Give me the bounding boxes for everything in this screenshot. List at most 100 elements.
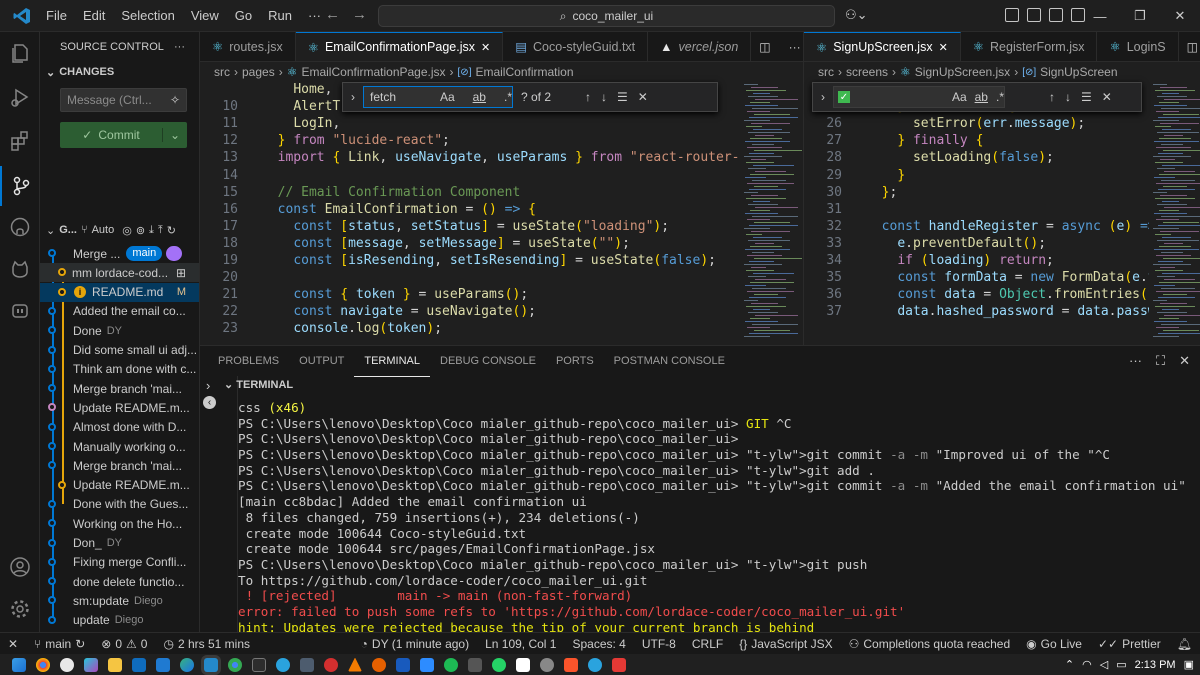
tab-vercel-json[interactable]: ▲ vercel.json [648, 32, 752, 61]
remote-explorer-icon[interactable] [7, 298, 33, 324]
minimap-left[interactable] [740, 82, 802, 345]
branch-status[interactable]: ⑂ main ↻ [26, 637, 93, 651]
whatsapp-icon[interactable] [492, 657, 506, 672]
split-editor-icon[interactable]: ◫ [1179, 32, 1200, 61]
explorer-icon[interactable] [7, 40, 33, 66]
regex-icon[interactable]: .* [504, 90, 512, 104]
settings-gear-icon[interactable] [7, 596, 33, 622]
toggle-sidebar-icon[interactable] [1027, 8, 1041, 22]
graph-item[interactable]: Manually working o... [40, 437, 199, 456]
graph-item[interactable]: Update README.m... [40, 398, 199, 417]
graph-item[interactable]: i README.md M [40, 282, 199, 302]
forward-arrow-icon[interactable]: → [352, 6, 367, 23]
menu-go[interactable]: Go [227, 0, 260, 32]
wifi-icon[interactable]: ◠ [1082, 658, 1092, 671]
find-in-selection-icon[interactable]: ☰ [1081, 90, 1092, 104]
chevron-right-icon[interactable]: › [821, 90, 825, 104]
graph-item[interactable]: Don_ DY [40, 534, 199, 553]
battery-icon[interactable]: ▭ [1116, 658, 1126, 671]
capcut-icon[interactable] [516, 657, 530, 672]
sparkle-icon[interactable]: ✧ [170, 93, 180, 107]
time-tracker[interactable]: ◷ 2 hrs 51 mins [155, 637, 258, 651]
close-find-icon[interactable]: ✕ [638, 90, 648, 104]
notifications-icon[interactable]: 🔔︎ [1169, 637, 1200, 651]
telegram-icon[interactable] [276, 657, 290, 672]
record-icon[interactable] [324, 657, 338, 672]
tab-registerform-jsx[interactable]: ⚛ RegisterForm.jsx [961, 32, 1098, 61]
prettier-status[interactable]: ✓✓ Prettier [1090, 637, 1169, 651]
next-match-icon[interactable]: ↓ [601, 90, 607, 104]
end-of-line[interactable]: CRLF [684, 637, 731, 651]
notification-center-icon[interactable]: ▣ [1184, 658, 1194, 671]
graph-item[interactable]: Merge branch 'mai... [40, 379, 199, 398]
graph-item[interactable]: done delete functio... [40, 572, 199, 591]
graph-item[interactable]: Done with the Gues... [40, 495, 199, 514]
file-explorer-icon[interactable] [108, 657, 122, 672]
minimize-icon[interactable]: — [1080, 0, 1120, 32]
breadcrumb-item[interactable]: screens [846, 65, 888, 79]
terminal-history-icon[interactable]: ‹ [203, 396, 216, 409]
graph-item[interactable]: Update README.m... [40, 476, 199, 495]
graph-item[interactable]: Added the email co... [40, 302, 199, 321]
menu-run[interactable]: Run [260, 0, 300, 32]
toggle-panel-icon[interactable] [1049, 8, 1063, 22]
cursor-position[interactable]: Ln 109, Col 1 [477, 637, 564, 651]
previous-match-icon[interactable]: ↑ [1049, 90, 1055, 104]
graph-item[interactable]: Fixing merge Confli... [40, 553, 199, 572]
git-blame[interactable]: ◔ DY (1 minute ago) [353, 637, 477, 651]
github-icon[interactable] [7, 214, 33, 240]
go-live-button[interactable]: ◉ Go Live [1018, 637, 1090, 651]
app-icon[interactable] [300, 657, 314, 672]
whole-word-icon[interactable]: ab [975, 90, 988, 104]
tab-routes-jsx[interactable]: ⚛ routes.jsx [200, 32, 296, 61]
indentation[interactable]: Spaces: 4 [564, 637, 633, 651]
find-input[interactable]: fetch [370, 90, 422, 104]
chrome-profile-icon[interactable] [228, 657, 242, 672]
graph-item[interactable]: mm lordace-cod... ⊞ [40, 263, 199, 283]
chrome-icon[interactable] [36, 657, 50, 672]
pull-icon[interactable]: ⤓ [149, 224, 154, 237]
breadcrumb-item[interactable]: EmailConfirmation [475, 65, 573, 79]
account-icon[interactable] [7, 554, 33, 580]
breadcrumb-item[interactable]: EmailConfirmationPage.jsx [301, 65, 445, 79]
sidebar-more-button[interactable]: ··· [174, 41, 185, 53]
more-actions-icon[interactable]: ··· [1129, 353, 1142, 369]
edge-icon[interactable] [180, 657, 194, 672]
close-panel-icon[interactable]: ✕ [1179, 353, 1190, 369]
close-tab-icon[interactable]: ✕ [939, 41, 948, 54]
tab-emailconfirmationpage-jsx[interactable]: ⚛ EmailConfirmationPage.jsx ✕ [295, 32, 504, 61]
menu-view[interactable]: View [183, 0, 227, 32]
open-changes-icon[interactable]: ⊞ [176, 266, 186, 280]
maximize-panel-icon[interactable]: ⛶ [1156, 353, 1165, 369]
game-icon[interactable] [612, 657, 626, 672]
graph-item[interactable]: Almost done with D... [40, 418, 199, 437]
graph-item[interactable]: Working on the Ho... [40, 514, 199, 533]
regex-icon[interactable]: .* [996, 90, 1004, 104]
breadcrumb-item[interactable]: SignUpScreen.jsx [915, 65, 1010, 79]
problems-status[interactable]: ⊗ 0 ⚠ 0 [93, 637, 155, 651]
spotify-icon[interactable] [444, 657, 458, 672]
target-icon[interactable]: ◎ [122, 224, 132, 237]
commit-message-input[interactable]: Message (Ctrl... ✧ [60, 88, 187, 112]
panel-tab-debug-console[interactable]: DEBUG CONSOLE [430, 346, 546, 376]
push-icon[interactable]: ⤒ [158, 224, 163, 237]
breadcrumb-item[interactable]: src [818, 65, 834, 79]
language-mode[interactable]: {} JavaScript JSX [731, 637, 840, 651]
command-center-search[interactable]: ⌕ coco_mailer_ui [378, 5, 835, 27]
panel-tab-ports[interactable]: PORTS [546, 346, 604, 376]
code-area-left[interactable]: Home, 10 AlertTrian 11 LogIn, 12 } from "lu… [200, 82, 803, 345]
match-case-icon[interactable]: Aa [440, 90, 455, 104]
terminal-taskbar-icon[interactable] [252, 657, 266, 672]
store-icon[interactable] [132, 657, 146, 672]
commit-button[interactable]: ✓ Commit [60, 128, 163, 142]
recorder-icon[interactable] [468, 657, 482, 672]
firefox-icon[interactable] [372, 657, 386, 672]
close-find-icon[interactable]: ✕ [1102, 90, 1112, 104]
copilot-chat-icon[interactable] [7, 256, 33, 282]
tray-chevron-icon[interactable]: ⌃ [1065, 658, 1074, 671]
minimap-right[interactable] [1149, 82, 1200, 345]
split-editor-icon[interactable]: ◫ [751, 32, 778, 61]
graph-item[interactable]: update Diego [40, 611, 199, 630]
terminal-output[interactable]: css (x46) PS C:\Users\lenovo\Desktop\Coco… [238, 400, 1190, 632]
panel-tab-postman-console[interactable]: POSTMAN CONSOLE [604, 346, 735, 376]
